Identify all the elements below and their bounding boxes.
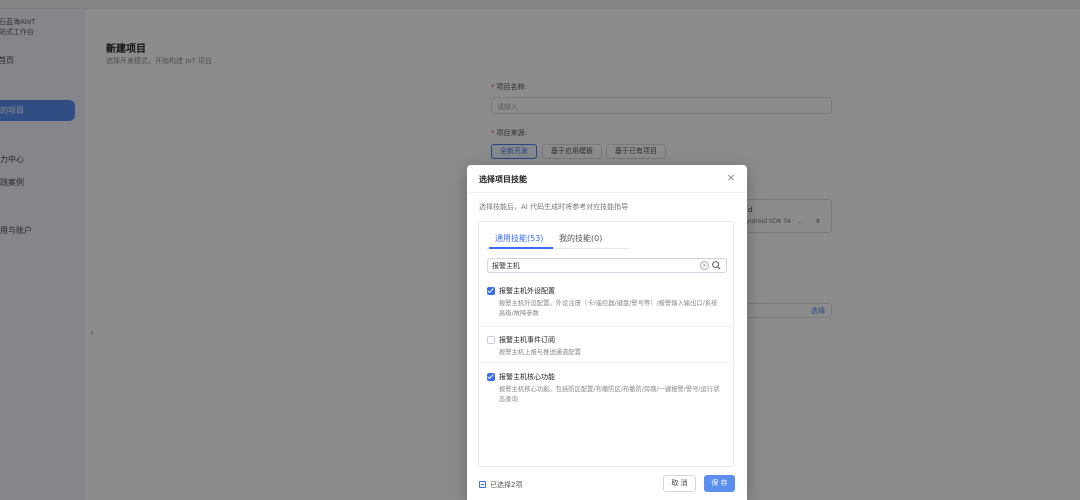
skill-search-box: × — [487, 258, 727, 273]
cancel-button[interactable]: 取 消 — [663, 475, 696, 492]
list-item[interactable]: 报警主机核心功能 报警主机核心功能。包括防区配置/布撤防区/布撤防/旁路/一键报… — [479, 363, 733, 409]
dialog-header: 选择项目技能 × — [467, 165, 747, 193]
selected-count-icon — [479, 481, 486, 488]
skill-name: 报警主机事件订阅 — [499, 336, 555, 344]
checkbox-checked[interactable] — [487, 287, 495, 295]
checkbox-checked[interactable] — [487, 373, 495, 381]
list-item[interactable]: 报警主机外设配置 报警主机外设配置。外设注册（卡/遥控器/键盘/警号等）/报警输… — [479, 279, 733, 327]
clear-icon[interactable]: × — [700, 261, 709, 270]
search-icon[interactable] — [711, 260, 722, 271]
skill-description: 报警主机外设配置。外设注册（卡/遥控器/键盘/警号等）/报警输入输出口/系统高级… — [499, 300, 718, 317]
skill-name: 报警主机核心功能 — [499, 373, 555, 381]
skill-search-input[interactable] — [488, 259, 696, 272]
list-item[interactable]: 报警主机事件订阅 报警主机上报与推送通道配置 — [479, 327, 733, 363]
checkbox-unchecked[interactable] — [487, 336, 495, 344]
tab-my-skills[interactable]: 我的技能(0) — [559, 233, 602, 244]
dialog-title: 选择项目技能 — [479, 175, 527, 184]
dialog-footer: 已选择2项 取 消 保 存 — [467, 470, 747, 500]
skill-description: 报警主机核心功能。包括防区配置/布撤防区/布撤防/旁路/一键报警/警号/运行状态… — [499, 386, 720, 403]
skill-panel: 通用技能(53) 我的技能(0) × 报警主机外设配置 报警主机外设配置。外设注… — [478, 221, 734, 467]
close-icon[interactable]: × — [725, 172, 737, 184]
skill-description: 报警主机上报与推送通道配置 — [499, 349, 581, 356]
skill-select-dialog: 选择项目技能 × 选择技能后，AI 代码生成时将参考对应技能指导 通用技能(53… — [467, 165, 747, 500]
skill-name: 报警主机外设配置 — [499, 287, 555, 295]
tab-common-skills[interactable]: 通用技能(53) — [495, 233, 543, 244]
skill-tabs: 通用技能(53) 我的技能(0) — [487, 229, 630, 249]
dialog-description: 选择技能后，AI 代码生成时将参考对应技能指导 — [479, 203, 629, 211]
save-button[interactable]: 保 存 — [704, 475, 735, 492]
selected-count: 已选择2项 — [490, 481, 523, 489]
active-tab-indicator — [489, 247, 553, 249]
